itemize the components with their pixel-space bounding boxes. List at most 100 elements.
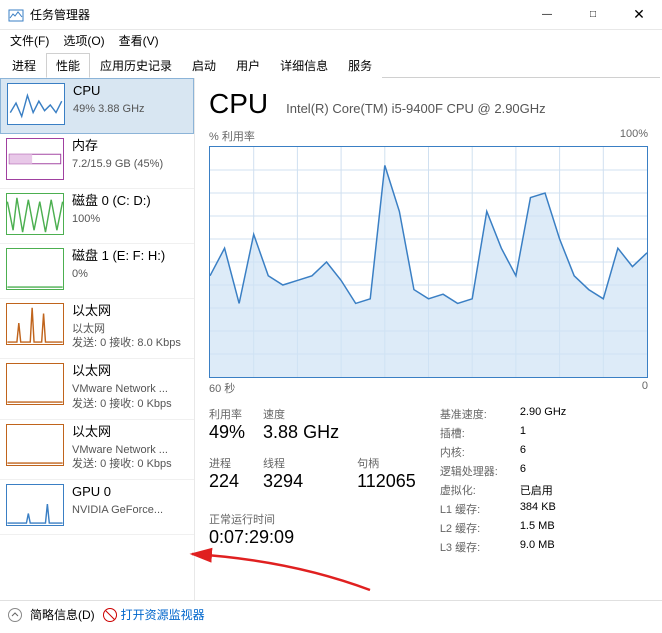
sidebar-item-sub2: 发送: 0 接收: 0 Kbps — [72, 397, 188, 411]
cpu-detail-row: L3 缓存:9.0 MB — [440, 539, 566, 555]
window-title: 任务管理器 — [30, 6, 524, 23]
detail-value: 384 KB — [520, 501, 556, 517]
cpu-detail-row: 插槽:1 — [440, 425, 566, 441]
cpu-detail-row: L2 缓存:1.5 MB — [440, 520, 566, 536]
detail-value: 1.5 MB — [520, 520, 555, 536]
cpu-stats-detail: 基准速度:2.90 GHz插槽:1内核:6逻辑处理器:6虚拟化:已启用L1 缓存… — [440, 406, 566, 558]
sidebar-item-title: 磁盘 1 (E: F: H:) — [72, 248, 188, 265]
cpu-stats-main: 利用率 49% 速度 3.88 GHz 进程 224 线程 3294 句柄 11… — [209, 406, 416, 558]
detail-key: L3 缓存: — [440, 539, 520, 555]
tab-history[interactable]: 应用历史记录 — [90, 53, 182, 78]
sidebar-thumb-icon — [6, 484, 64, 526]
stat-thread: 3294 — [263, 471, 339, 492]
detail-key: L1 缓存: — [440, 501, 520, 517]
sidebar-item-3[interactable]: 磁盘 1 (E: F: H:) 0% — [0, 244, 194, 299]
detail-value: 6 — [520, 463, 526, 479]
close-button[interactable]: ✕ — [616, 0, 662, 29]
stat-label-thread: 线程 — [263, 455, 339, 471]
stat-label-uptime: 正常运行时间 — [209, 511, 416, 527]
detail-value: 已启用 — [520, 482, 553, 498]
tab-startup[interactable]: 启动 — [182, 53, 226, 78]
sidebar-item-sub: 0% — [72, 267, 188, 281]
maximize-button[interactable]: □ — [570, 0, 616, 29]
menu-file[interactable]: 文件(F) — [4, 30, 55, 51]
cpu-usage-chart — [209, 146, 648, 378]
titlebar: 任务管理器 — □ ✕ — [0, 0, 662, 30]
minimize-button[interactable]: — — [524, 0, 570, 29]
detail-key: 逻辑处理器: — [440, 463, 520, 479]
sidebar-thumb-icon — [6, 363, 64, 405]
menubar: 文件(F) 选项(O) 查看(V) — [0, 30, 662, 50]
tab-processes[interactable]: 进程 — [2, 53, 46, 78]
cpu-detail-row: L1 缓存:384 KB — [440, 501, 566, 517]
tab-services[interactable]: 服务 — [338, 53, 382, 78]
cpu-detail-row: 逻辑处理器:6 — [440, 463, 566, 479]
detail-value: 1 — [520, 425, 526, 441]
tab-bar: 进程 性能 应用历史记录 启动 用户 详细信息 服务 — [2, 52, 660, 78]
open-resource-monitor-link[interactable]: 打开资源监视器 — [103, 606, 205, 623]
sidebar-item-1[interactable]: 内存 7.2/15.9 GB (45%) — [0, 134, 194, 189]
sidebar-thumb-icon — [6, 138, 64, 180]
sidebar-item-title: CPU — [73, 83, 187, 100]
fewer-details-link[interactable]: 简略信息(D) — [30, 606, 95, 623]
sidebar-item-title: GPU 0 — [72, 484, 188, 501]
chart-label-left: % 利用率 — [209, 128, 255, 144]
sidebar-item-title: 内存 — [72, 138, 188, 155]
detail-key: 内核: — [440, 444, 520, 460]
resource-monitor-icon — [103, 608, 117, 622]
detail-key: 基准速度: — [440, 406, 520, 422]
cpu-detail-row: 基准速度:2.90 GHz — [440, 406, 566, 422]
sidebar-item-sub: NVIDIA GeForce... — [72, 503, 188, 517]
chart-x-left: 60 秒 — [209, 380, 235, 396]
app-icon — [8, 7, 24, 23]
chart-x-right: 0 — [642, 380, 648, 396]
sidebar-item-7[interactable]: GPU 0 NVIDIA GeForce... — [0, 480, 194, 535]
stat-handle: 112065 — [357, 471, 416, 492]
sidebar-item-title: 以太网 — [72, 363, 188, 380]
stat-uptime: 0:07:29:09 — [209, 527, 416, 548]
sidebar-item-sub: VMware Network ... — [72, 382, 188, 396]
stat-proc: 224 — [209, 471, 245, 492]
stat-util: 49% — [209, 422, 245, 443]
stat-label-util: 利用率 — [209, 406, 245, 422]
cpu-model: Intel(R) Core(TM) i5-9400F CPU @ 2.90GHz — [286, 101, 546, 116]
sidebar-thumb-icon — [6, 424, 64, 466]
main-panel: CPU 49% 3.88 GHz 内存 7.2/15.9 GB (45%) 磁盘 0 (… — [0, 78, 662, 600]
detail-key: 虚拟化: — [440, 482, 520, 498]
sidebar-item-6[interactable]: 以太网VMware Network ...发送: 0 接收: 0 Kbps — [0, 420, 194, 480]
sidebar-item-0[interactable]: CPU 49% 3.88 GHz — [0, 78, 194, 134]
stat-label-handle: 句柄 — [357, 455, 416, 471]
detail-value: 6 — [520, 444, 526, 460]
sidebar-item-2[interactable]: 磁盘 0 (C: D:) 100% — [0, 189, 194, 244]
cpu-detail-row: 虚拟化:已启用 — [440, 482, 566, 498]
footer-bar: 简略信息(D) 打开资源监视器 — [0, 600, 662, 628]
cpu-detail-panel: CPU Intel(R) Core(TM) i5-9400F CPU @ 2.9… — [195, 78, 662, 600]
sidebar-item-sub2: 发送: 0 接收: 8.0 Kbps — [72, 336, 188, 350]
sidebar-item-sub: 49% 3.88 GHz — [73, 102, 187, 116]
tab-performance[interactable]: 性能 — [46, 53, 90, 78]
detail-value: 2.90 GHz — [520, 406, 566, 422]
sidebar-item-sub: 7.2/15.9 GB (45%) — [72, 157, 188, 171]
menu-view[interactable]: 查看(V) — [113, 30, 165, 51]
performance-sidebar[interactable]: CPU 49% 3.88 GHz 内存 7.2/15.9 GB (45%) 磁盘 0 (… — [0, 78, 195, 600]
sidebar-item-5[interactable]: 以太网 VMware Network ...发送: 0 接收: 0 Kbps — [0, 359, 194, 419]
detail-key: 插槽: — [440, 425, 520, 441]
stat-speed: 3.88 GHz — [263, 422, 339, 443]
detail-value: 9.0 MB — [520, 539, 555, 555]
sidebar-item-title: 以太网 — [72, 303, 188, 320]
chevron-up-icon[interactable] — [8, 608, 22, 622]
sidebar-item-title: 磁盘 0 (C: D:) — [72, 193, 188, 210]
stat-label-proc: 进程 — [209, 455, 245, 471]
sidebar-thumb-icon — [6, 248, 64, 290]
stat-label-speed: 速度 — [263, 406, 339, 422]
sidebar-thumb-icon — [6, 193, 64, 235]
sidebar-thumb-icon — [6, 303, 64, 345]
sidebar-item-4[interactable]: 以太网以太网发送: 0 接收: 8.0 Kbps — [0, 299, 194, 359]
tab-users[interactable]: 用户 — [226, 53, 270, 78]
sidebar-item-sub: VMware Network ... — [72, 443, 188, 457]
cpu-detail-row: 内核:6 — [440, 444, 566, 460]
menu-options[interactable]: 选项(O) — [57, 30, 110, 51]
cpu-title: CPU — [209, 88, 268, 120]
tab-details[interactable]: 详细信息 — [270, 53, 338, 78]
sidebar-item-sub: 100% — [72, 212, 188, 226]
